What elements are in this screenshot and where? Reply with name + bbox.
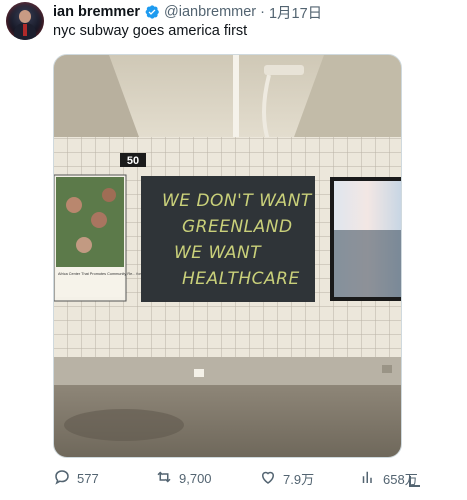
reply-icon [53, 468, 77, 489]
header-separator: · [260, 4, 265, 20]
tweet-date[interactable]: 1月17日 [269, 2, 322, 23]
chalk-line-1: WE DON'T WANT [162, 191, 313, 211]
chalk-line-2: GREENLAND [182, 217, 293, 237]
like-count: 7.9万 [283, 472, 315, 487]
like-button[interactable]: 7.9万 [259, 468, 314, 489]
station-number-sign: 50 [127, 155, 139, 167]
author-avatar[interactable] [6, 2, 44, 40]
verified-badge-icon [144, 4, 160, 20]
share-icon [408, 475, 420, 492]
reply-count: 577 [77, 471, 99, 486]
tweet-text: nyc subway goes america first [53, 23, 248, 39]
avatar-head [19, 10, 31, 23]
repost-icon [155, 468, 179, 489]
reply-button[interactable]: 577 [53, 468, 99, 489]
author-handle[interactable]: @ianbremmer [164, 4, 256, 20]
like-icon [259, 468, 283, 489]
avatar-tie [23, 24, 27, 36]
chalk-line-3: WE WANT [174, 243, 262, 263]
views-icon [359, 468, 383, 489]
share-button[interactable] [408, 468, 420, 488]
subway-photo-illustration: 50 Africa Center That Promotes Community… [54, 55, 401, 457]
tweet-photo[interactable]: 50 Africa Center That Promotes Community… [53, 54, 402, 458]
chalk-line-4: HEALTHCARE [182, 269, 300, 289]
tweet-actions: 577 9,700 7.9万 658万 [53, 468, 467, 488]
repost-button[interactable]: 9,700 [155, 468, 212, 489]
author-name[interactable]: ian bremmer [53, 4, 140, 20]
tweet-header: ian bremmer @ianbremmer · 1月17日 [53, 2, 322, 23]
repost-count: 9,700 [179, 471, 212, 486]
